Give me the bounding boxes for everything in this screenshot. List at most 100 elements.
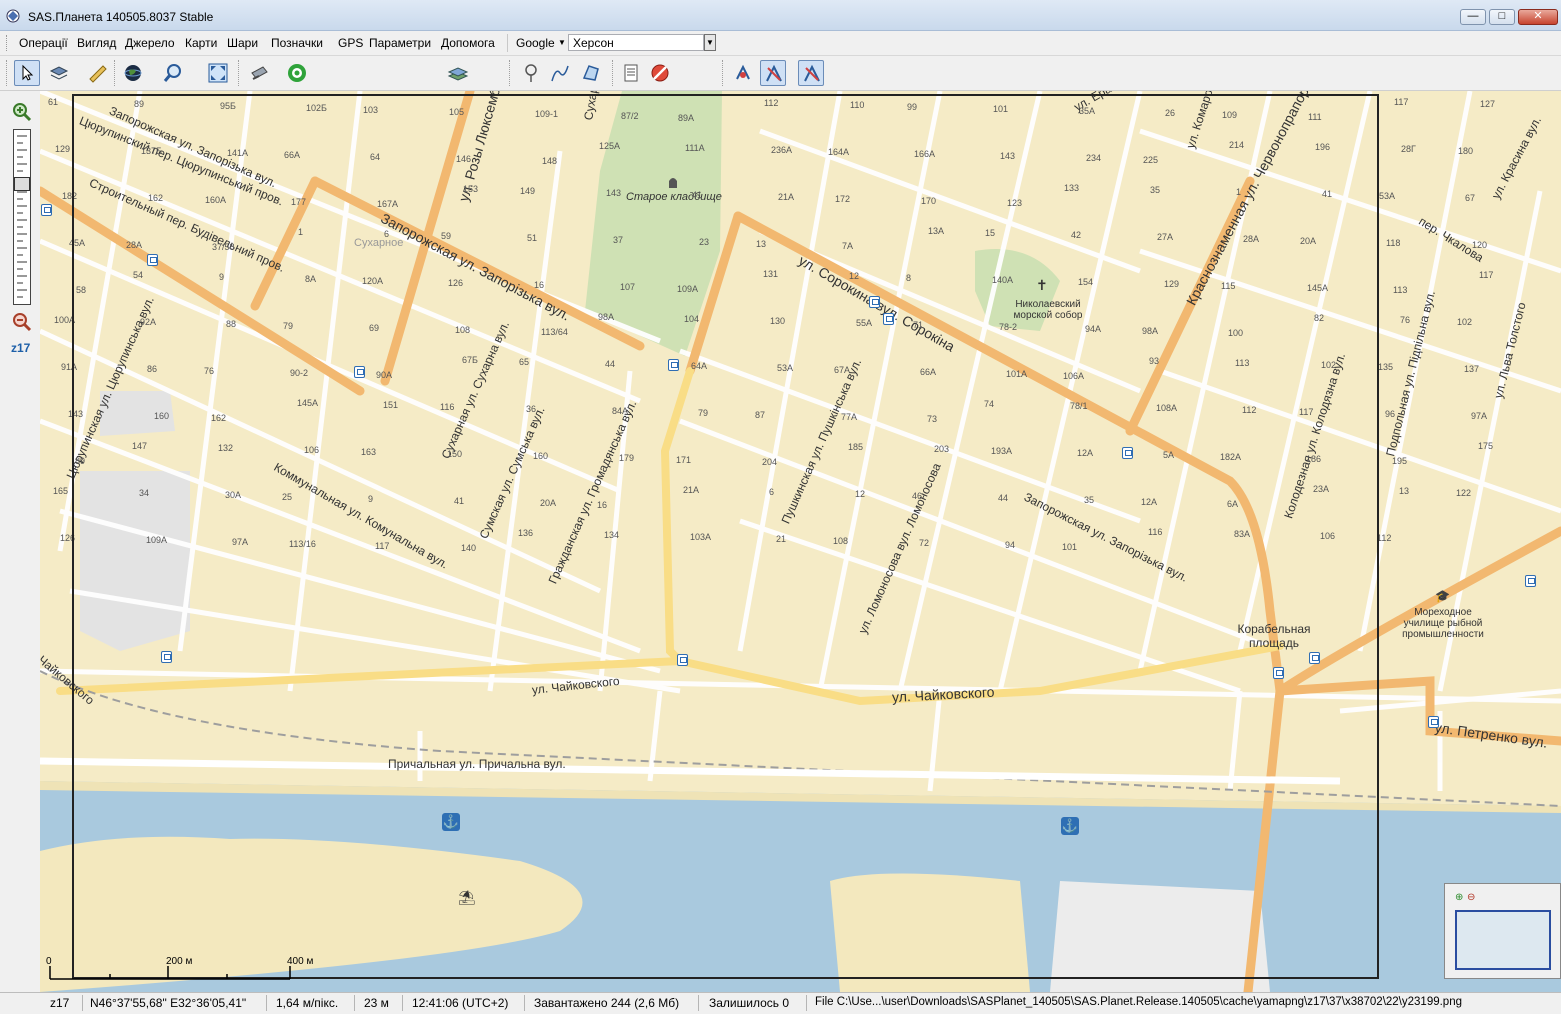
menu-parameters[interactable]: Параметри	[369, 36, 431, 50]
add-path-button[interactable]	[547, 60, 573, 86]
minimap[interactable]: ⊕ ⊖	[1444, 883, 1561, 979]
satellite-icon	[251, 66, 268, 80]
globe-button[interactable]	[120, 60, 146, 86]
house-number-label: 165	[53, 486, 69, 496]
bus-stop-icon[interactable]	[1525, 575, 1536, 587]
menu-grip[interactable]	[6, 35, 10, 51]
minimap-zoom-out-icon[interactable]: ⊖	[1467, 892, 1475, 903]
zoom-icon	[163, 64, 181, 82]
toolbar-separator	[612, 60, 615, 86]
toolbar-grip	[6, 60, 9, 86]
menu-gps[interactable]: GPS	[338, 36, 363, 50]
add-polygon-button[interactable]	[578, 60, 604, 86]
zoom-level-label: z17	[11, 341, 31, 355]
house-number-label: 135	[1378, 362, 1394, 372]
bus-stop-icon[interactable]	[1428, 716, 1439, 728]
scale-bar: 0 200 м 400 м	[40, 946, 340, 986]
status-file-path: File C:\Use...\user\Downloads\SASPlanet_…	[815, 996, 1462, 1008]
search-dropdown-button[interactable]: ▼	[704, 34, 716, 51]
menu-source[interactable]: Джерело	[125, 36, 175, 50]
hide-placemarks-button[interactable]	[647, 60, 673, 86]
house-number-label: 127	[1480, 99, 1496, 109]
gps-center-button[interactable]	[798, 60, 824, 86]
ruler-button[interactable]	[84, 60, 110, 86]
house-number-label: 122	[1456, 488, 1472, 498]
zoom-button[interactable]	[160, 60, 186, 86]
add-placemark-button[interactable]	[518, 60, 544, 86]
toolbar-separator	[722, 60, 725, 86]
zoom-slider-track[interactable]	[13, 129, 31, 305]
gps-icon	[736, 64, 750, 80]
search-engine-select[interactable]: Google	[516, 36, 555, 50]
house-number-label: 67	[1465, 193, 1476, 203]
selection-frame[interactable]	[72, 94, 1379, 979]
map-type-button[interactable]	[284, 60, 310, 86]
status-altitude: 23 м	[364, 996, 389, 1010]
fullscreen-button[interactable]	[205, 60, 231, 86]
cursor-icon	[22, 64, 34, 81]
house-number-label: 112	[1377, 533, 1392, 543]
minimap-zoom-in-icon[interactable]: ⊕	[1455, 892, 1463, 903]
house-number-label: 96	[1385, 409, 1396, 419]
toolbar-separator	[238, 60, 241, 86]
map-view[interactable]: Запорожская ул. Запорізька вул. ул. Розы…	[40, 91, 1561, 992]
title-bar: SAS.Планета 140505.8037 Stable — □ ✕	[0, 0, 1561, 31]
app-icon	[6, 9, 20, 23]
layers-button[interactable]	[46, 60, 72, 86]
toolbar-separator	[114, 60, 117, 86]
map-source-button[interactable]	[246, 60, 272, 86]
layers-icon	[49, 66, 69, 80]
gps-center-icon	[804, 64, 820, 82]
house-number-label: 13	[1399, 486, 1410, 496]
menu-maps[interactable]: Карти	[185, 36, 217, 50]
zoom-in-icon[interactable]	[12, 102, 32, 122]
poi-school[interactable]: Мореходное училище рыбной промышленности	[1393, 607, 1493, 640]
window-title: SAS.Планета 140505.8037 Stable	[28, 10, 214, 24]
menu-view[interactable]: Вигляд	[77, 36, 116, 50]
bus-stop-icon[interactable]	[41, 204, 52, 216]
menu-operations[interactable]: Операції	[19, 36, 68, 50]
house-number-label: 117	[1394, 97, 1409, 107]
status-coordinates: N46°37'55,68" E32°36'05,41"	[90, 996, 247, 1010]
menu-marks[interactable]: Позначки	[271, 36, 323, 50]
menu-layers[interactable]: Шари	[227, 36, 258, 50]
gps-track-icon	[766, 64, 782, 82]
menu-separator	[507, 34, 510, 52]
gps-track-button[interactable]	[760, 60, 786, 86]
minimap-viewport[interactable]	[1455, 910, 1551, 970]
scale-zero: 0	[46, 956, 52, 967]
fullscreen-icon	[208, 63, 228, 83]
cursor-tool-button[interactable]	[14, 60, 40, 86]
chevron-down-icon[interactable]: ▼	[558, 38, 566, 47]
path-add-icon	[551, 65, 569, 82]
house-number-label: 137	[1464, 364, 1480, 374]
gps-button[interactable]	[730, 60, 756, 86]
house-number-label: 28Г	[1401, 144, 1416, 154]
search-input[interactable]	[568, 34, 704, 51]
status-time: 12:41:06 (UTC+2)	[412, 996, 509, 1010]
ruler-icon	[89, 65, 107, 83]
house-number-label: 180	[1458, 146, 1474, 156]
toolbar-separator	[509, 60, 512, 86]
menu-help[interactable]: Допомога	[441, 36, 495, 50]
house-number-label: 118	[1386, 238, 1401, 248]
scale-end: 400 м	[287, 956, 314, 967]
maximize-button[interactable]: □	[1489, 9, 1515, 25]
house-number-label: 113	[1393, 285, 1408, 295]
house-number-label: 53А	[1379, 191, 1396, 201]
marker-add-icon	[525, 64, 537, 82]
close-button[interactable]: ✕	[1518, 9, 1558, 25]
globe-icon	[124, 65, 142, 81]
house-number-label: 120	[1472, 240, 1488, 250]
zoom-ticks	[17, 135, 27, 298]
placemarks-list-button[interactable]	[618, 60, 644, 86]
zoom-out-icon[interactable]	[12, 312, 32, 332]
layers-stack-icon	[447, 67, 469, 81]
overlay-layers-button[interactable]	[444, 60, 470, 86]
hide-markers-icon	[651, 64, 669, 82]
minimize-button[interactable]: —	[1460, 9, 1486, 25]
main-toolbar: ▼ ▼ ▼ ▼ Карта (Яндекс.Карты) ▼ ▼	[0, 56, 1561, 136]
zoom-slider-thumb[interactable]	[14, 177, 30, 191]
status-loaded: Завантажено 244 (2,6 Мб)	[534, 996, 680, 1010]
menu-bar: Операції Вигляд Джерело Карти Шари Позна…	[0, 31, 1561, 56]
